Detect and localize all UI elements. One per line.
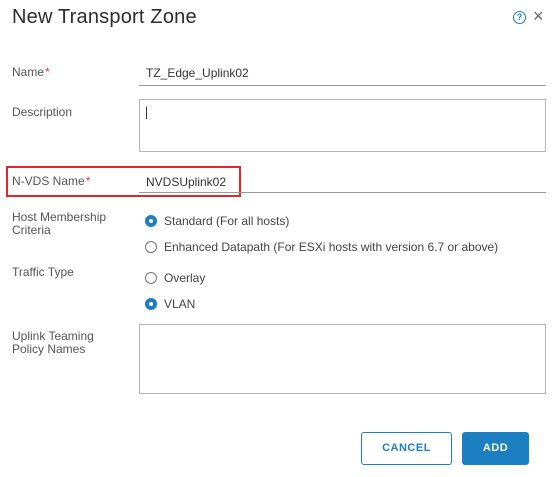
help-icon[interactable]: ? [513, 11, 526, 24]
radio-overlay-label: Overlay [164, 271, 206, 285]
description-textarea[interactable] [139, 99, 546, 152]
cancel-button[interactable]: CANCEL [361, 432, 452, 465]
host-membership-label: Host Membership Criteria [12, 211, 106, 237]
description-label: Description [12, 105, 73, 119]
radio-standard[interactable]: Standard (For all hosts) [145, 214, 289, 228]
radio-overlay[interactable]: Overlay [145, 271, 205, 285]
radio-unselected-icon[interactable] [145, 272, 157, 284]
required-mark: * [85, 174, 91, 188]
dialog-title: New Transport Zone [12, 6, 197, 28]
radio-enhanced-datapath-label: Enhanced Datapath (For ESXi hosts with v… [164, 240, 499, 254]
close-icon[interactable]: × [533, 7, 544, 25]
nvds-name-input[interactable]: NVDSUplink02 [146, 175, 226, 189]
uplink-teaming-textarea[interactable] [139, 324, 546, 394]
radio-unselected-icon[interactable] [145, 241, 157, 253]
uplink-teaming-label-line2: Policy Names [12, 342, 86, 356]
radio-enhanced-datapath[interactable]: Enhanced Datapath (For ESXi hosts with v… [145, 240, 498, 254]
traffic-type-label: Traffic Type [12, 265, 74, 279]
required-mark: * [45, 65, 50, 79]
name-label: Name* [12, 66, 50, 79]
name-input[interactable]: TZ_Edge_Uplink02 [146, 66, 249, 80]
nvds-name-input-underline [139, 192, 546, 193]
host-membership-label-line2: Criteria [12, 223, 51, 237]
radio-vlan[interactable]: VLAN [145, 297, 195, 311]
name-input-underline [139, 85, 546, 86]
radio-standard-label: Standard (For all hosts) [164, 214, 290, 228]
nvds-name-label: N-VDS Name* [12, 175, 90, 188]
nvds-name-label-text: N-VDS Name [12, 174, 85, 188]
radio-vlan-label: VLAN [164, 297, 196, 311]
add-button[interactable]: ADD [462, 432, 529, 465]
name-label-text: Name [12, 65, 45, 79]
radio-selected-icon[interactable] [145, 298, 157, 310]
uplink-teaming-label: Uplink Teaming Policy Names [12, 330, 94, 356]
radio-selected-icon[interactable] [145, 215, 157, 227]
text-caret [146, 107, 147, 119]
